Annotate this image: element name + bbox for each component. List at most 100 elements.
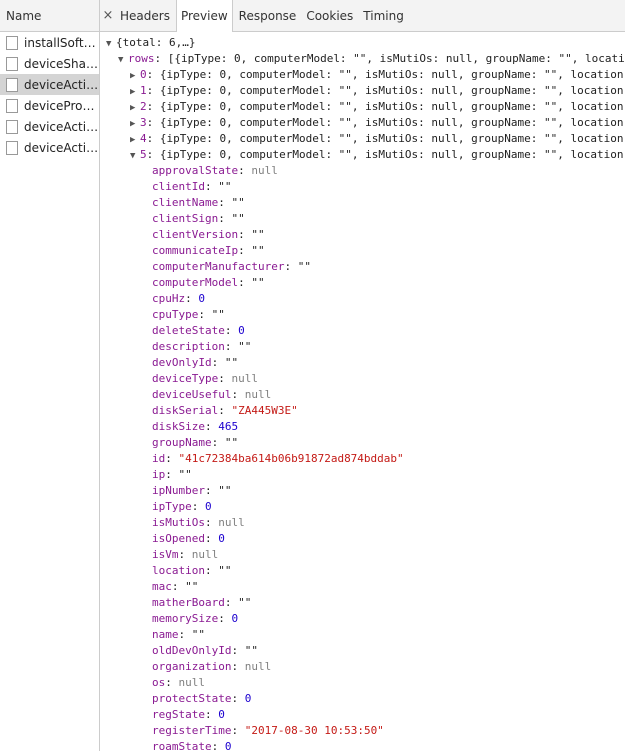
- file-icon: [6, 98, 18, 113]
- colon: :: [146, 68, 160, 81]
- row-summary: {ipType: 0, computerModel: "", isMutiOs:…: [159, 132, 625, 145]
- colon: :: [231, 644, 245, 657]
- tab-preview[interactable]: Preview: [175, 0, 233, 32]
- field-value: "": [297, 260, 311, 273]
- colon: :: [224, 340, 239, 353]
- colon: :: [231, 692, 245, 705]
- request-item[interactable]: deviceActio...: [0, 137, 99, 158]
- tree-line: organization: null: [100, 659, 625, 675]
- field-value: 0: [218, 708, 225, 721]
- tree-line: description: "": [100, 339, 625, 355]
- field-value: "": [218, 484, 232, 497]
- row-index: 0: [140, 68, 147, 81]
- tree-line: isOpened: 0: [100, 531, 625, 547]
- expanded-arrow-icon[interactable]: ▼: [106, 36, 116, 52]
- tree-line: id: "41c72384ba614b06b91872ad874bddab": [100, 451, 625, 467]
- field-key: computerManufacturer: [152, 260, 285, 273]
- file-icon: [6, 140, 18, 155]
- collapsed-arrow-icon[interactable]: ▶: [130, 68, 140, 84]
- tab-headers[interactable]: Headers: [116, 0, 174, 31]
- colon: :: [211, 740, 225, 751]
- close-icon[interactable]: ×: [100, 0, 116, 31]
- field-key: description: [152, 340, 225, 353]
- request-item[interactable]: deviceActio...: [0, 116, 99, 137]
- collapsed-arrow-icon[interactable]: ▶: [130, 132, 140, 148]
- field-value: "": [224, 356, 239, 369]
- expanded-arrow-icon[interactable]: ▼: [130, 148, 140, 164]
- request-name: installSoftA...: [24, 35, 99, 50]
- file-icon: [6, 77, 18, 92]
- row-index: 2: [140, 100, 147, 113]
- field-key: approvalState: [152, 164, 239, 177]
- tree-line: oldDevOnlyId: "": [100, 643, 625, 659]
- colon: :: [154, 52, 168, 65]
- field-key: deviceUseful: [152, 388, 232, 401]
- field-value: 0: [231, 612, 239, 625]
- tree-line: memorySize: 0: [100, 611, 625, 627]
- tab-timing[interactable]: Timing: [359, 0, 408, 31]
- field-value: "": [244, 644, 258, 657]
- colon: :: [211, 356, 225, 369]
- field-value: "": [238, 596, 252, 609]
- row-index: 1: [140, 84, 147, 97]
- colon: :: [165, 676, 179, 689]
- tree-line: ip: "": [100, 467, 625, 483]
- request-item[interactable]: deviceActio...: [0, 74, 99, 95]
- field-value: null: [251, 164, 278, 177]
- colon: :: [238, 164, 252, 177]
- field-key: os: [152, 676, 166, 689]
- request-name: deviceProd...: [24, 98, 99, 113]
- field-key: clientVersion: [152, 228, 239, 241]
- request-item[interactable]: deviceShar...: [0, 53, 99, 74]
- tree-line: devOnlyId: "": [100, 355, 625, 371]
- field-key: matherBoard: [152, 596, 225, 609]
- tree-line: os: null: [100, 675, 625, 691]
- tree-line: mac: "": [100, 579, 625, 595]
- tab-cookies[interactable]: Cookies: [302, 0, 357, 31]
- colon: :: [218, 372, 232, 385]
- collapsed-arrow-icon[interactable]: ▶: [130, 116, 140, 132]
- request-item[interactable]: installSoftA...: [0, 32, 99, 53]
- field-key: isOpened: [152, 532, 205, 545]
- collapsed-arrow-icon[interactable]: ▶: [130, 100, 140, 116]
- tree-line: clientSign: "": [100, 211, 625, 227]
- request-item[interactable]: deviceProd...: [0, 95, 99, 116]
- field-value: null: [191, 548, 219, 561]
- tree-line: communicateIp: "": [100, 243, 625, 259]
- colon: :: [178, 548, 192, 561]
- root-summary: {total: 6,…}: [116, 36, 196, 49]
- field-value: 0: [224, 740, 232, 751]
- tab-response[interactable]: Response: [235, 0, 301, 31]
- field-key: memorySize: [152, 612, 219, 625]
- tree-line: computerModel: "": [100, 275, 625, 291]
- colon: :: [231, 388, 245, 401]
- colon: :: [218, 612, 232, 625]
- field-value: "": [211, 308, 225, 321]
- field-value: 0: [238, 324, 245, 337]
- colon: :: [146, 116, 160, 129]
- tree-line: name: "": [100, 627, 625, 643]
- colon: :: [146, 132, 160, 145]
- field-key: organization: [152, 660, 232, 673]
- row-index: 5: [140, 148, 147, 161]
- colon: :: [211, 436, 225, 449]
- field-key: ipNumber: [152, 484, 205, 497]
- name-column-header[interactable]: Name: [0, 0, 99, 32]
- colon: :: [204, 532, 219, 545]
- field-value: null: [178, 676, 206, 689]
- row-summary: {ipType: 0, computerModel: "", isMutiOs:…: [159, 116, 625, 129]
- field-key: cpuHz: [152, 292, 186, 305]
- collapsed-arrow-icon[interactable]: ▶: [130, 84, 140, 100]
- field-value: "": [231, 212, 245, 225]
- field-key: isMutiOs: [152, 516, 205, 529]
- request-name: deviceActio...: [24, 140, 99, 155]
- tree-line: ▼ {total: 6,…}: [100, 35, 625, 51]
- field-key: clientSign: [152, 212, 219, 225]
- tree-line: ▼ 5: {ipType: 0, computerModel: "", isMut…: [100, 147, 625, 163]
- field-value: "2017-08-30 10:53:50": [244, 724, 384, 737]
- colon: :: [204, 516, 219, 529]
- file-icon: [6, 56, 18, 71]
- field-value: "": [224, 436, 239, 449]
- expanded-arrow-icon[interactable]: ▼: [118, 52, 128, 68]
- row-summary: {ipType: 0, computerModel: "", isMutiOs:…: [159, 68, 625, 81]
